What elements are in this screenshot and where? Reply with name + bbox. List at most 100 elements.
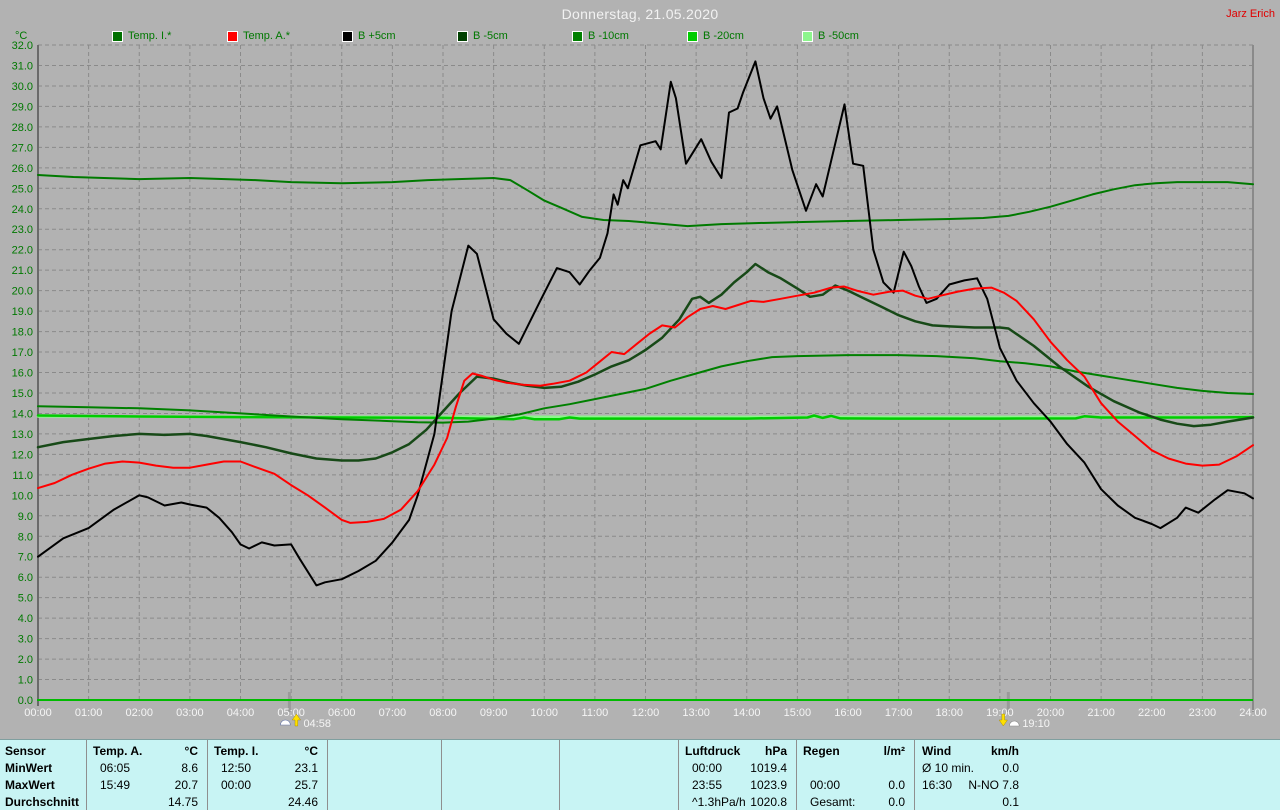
x-tick-label: 00:00 — [24, 707, 52, 719]
sensor-name: Wind — [922, 743, 952, 758]
cell-time: 16:30 — [922, 777, 953, 792]
table-row-label: Sensor — [0, 742, 86, 759]
y-tick-label: 2.0 — [18, 654, 33, 666]
y-tick-label: 15.0 — [12, 388, 33, 400]
x-tick-label: 06:00 — [328, 707, 356, 719]
y-tick-label: 1.0 — [18, 675, 33, 687]
cell-time: 15:49 — [100, 777, 131, 792]
stats-column-temp-i: Temp. I. °C 12:50 23.1 00:00 25.7 24.46 — [207, 740, 327, 810]
x-tick-label: 24:00 — [1239, 707, 1267, 719]
cell-value: 14.75 — [167, 794, 198, 809]
cell-value: N-NO 7.8 — [968, 777, 1019, 792]
stats-column-wind: Wind km/h Ø 10 min. 0.0 16:30 N-NO 7.8 0.1 — [914, 740, 1280, 810]
table-row-label-text: Sensor — [5, 743, 46, 758]
stats-table: Sensor MinWert MaxWert Durchschnitt Temp. A.… — [0, 739, 1280, 810]
cell-time: ^1.3hPa/h — [692, 794, 746, 809]
y-tick-label: 30.0 — [12, 81, 33, 93]
stats-column-luftdruck: Luftdruck hPa 00:00 1019.4 23:55 1023.9 ^1.3hP… — [678, 740, 796, 810]
x-tick-label: 22:00 — [1138, 707, 1166, 719]
y-tick-label: 8.0 — [18, 531, 33, 543]
x-tick-label: 07:00 — [379, 707, 407, 719]
table-column-header — [442, 742, 559, 759]
table-cell: 16:30 N-NO 7.8 — [915, 776, 1019, 793]
cell-value: 8.6 — [181, 760, 198, 775]
x-tick-label: 17:00 — [885, 707, 913, 719]
cell-time: 06:05 — [100, 760, 131, 775]
table-column-header: Temp. I. °C — [208, 742, 327, 759]
x-tick-label: 21:00 — [1087, 707, 1115, 719]
x-tick-label: 10:00 — [530, 707, 558, 719]
y-tick-label: 31.0 — [12, 60, 33, 72]
table-cell: 24.46 — [208, 793, 327, 810]
table-cell: 12:50 23.1 — [208, 759, 327, 776]
table-cell — [560, 776, 678, 793]
sensor-unit: km/h — [990, 743, 1019, 758]
x-tick-label: 03:00 — [176, 707, 204, 719]
sensor-name: Luftdruck — [685, 743, 741, 758]
cell-time: 00:00 — [692, 760, 723, 775]
table-row-label: MinWert — [0, 759, 86, 776]
y-tick-label: 0.0 — [18, 695, 33, 707]
y-tick-label: 17.0 — [12, 347, 33, 359]
table-cell — [328, 776, 441, 793]
y-tick-label: 5.0 — [18, 593, 33, 605]
table-row-label-text: MinWert — [5, 760, 53, 775]
cell-value: 0.0 — [888, 794, 905, 809]
cell-value: 0.1 — [1002, 794, 1019, 809]
cell-value: 1019.4 — [750, 760, 787, 775]
y-tick-label: 4.0 — [18, 613, 33, 625]
table-cell: 00:00 25.7 — [208, 776, 327, 793]
table-cell — [560, 793, 678, 810]
temperature-chart: 0.0 1.0 2.0 3.0 4.0 5.0 6.0 7.0 8.0 9.0 10.0 11.0 12… — [12, 40, 1267, 730]
sunrise-time-label: 04:58 — [303, 718, 331, 730]
table-cell: 14.75 — [87, 793, 207, 810]
cell-value: 23.1 — [294, 760, 318, 775]
y-tick-label: 21.0 — [12, 265, 33, 277]
sensor-unit: hPa — [764, 743, 787, 758]
table-column-header: Luftdruck hPa — [679, 742, 796, 759]
cell-time: 00:00 — [221, 777, 252, 792]
sensor-unit: °C — [304, 743, 318, 758]
table-column-header — [328, 742, 441, 759]
x-tick-label: 18:00 — [935, 707, 963, 719]
table-row-label-text: MaxWert — [5, 777, 55, 792]
y-tick-label: 24.0 — [12, 204, 33, 216]
sensor-name: Regen — [803, 743, 840, 758]
sunset-time-label: 19:10 — [1022, 718, 1050, 730]
cell-value: 24.46 — [287, 794, 318, 809]
table-column-header: Wind km/h — [915, 742, 1019, 759]
y-tick-label: 9.0 — [18, 511, 33, 523]
cell-value: 0.0 — [888, 777, 905, 792]
table-cell: 15:49 20.7 — [87, 776, 207, 793]
table-cell: Ø 10 min. 0.0 — [915, 759, 1019, 776]
table-cell — [442, 776, 559, 793]
stats-column-regen: Regen l/m² 00:00 0.0 Gesamt: 0.0 — [796, 740, 914, 810]
x-tick-label: 12:00 — [632, 707, 660, 719]
stats-column-temp-a: Temp. A. °C 06:05 8.6 15:49 20.7 14.75 — [86, 740, 207, 810]
table-cell — [328, 759, 441, 776]
x-tick-label: 11:00 — [582, 707, 609, 719]
x-tick-label: 23:00 — [1189, 707, 1217, 719]
x-tick-label: 01:00 — [75, 707, 103, 719]
y-tick-label: 25.0 — [12, 183, 33, 195]
y-tick-label: 14.0 — [12, 408, 33, 420]
y-tick-label: 27.0 — [12, 142, 33, 154]
y-tick-label: 7.0 — [18, 552, 33, 564]
stats-column-empty-2 — [327, 740, 441, 810]
table-row-label: MaxWert — [0, 776, 86, 793]
x-tick-label: 02:00 — [125, 707, 153, 719]
y-tick-label: 10.0 — [12, 490, 33, 502]
y-tick-label: 20.0 — [12, 286, 33, 298]
y-tick-label: 6.0 — [18, 572, 33, 584]
y-tick-label: 22.0 — [12, 245, 33, 257]
cell-value: 1020.8 — [750, 794, 787, 809]
table-column-header — [560, 742, 678, 759]
x-tick-label: 15:00 — [784, 707, 812, 719]
sensor-unit: °C — [184, 743, 198, 758]
x-tick-label: 16:00 — [834, 707, 862, 719]
stats-column-empty-4 — [559, 740, 678, 810]
table-column-header: Regen l/m² — [797, 742, 914, 759]
table-cell — [442, 793, 559, 810]
cell-value: 1023.9 — [750, 777, 787, 792]
cell-time: 12:50 — [221, 760, 252, 775]
